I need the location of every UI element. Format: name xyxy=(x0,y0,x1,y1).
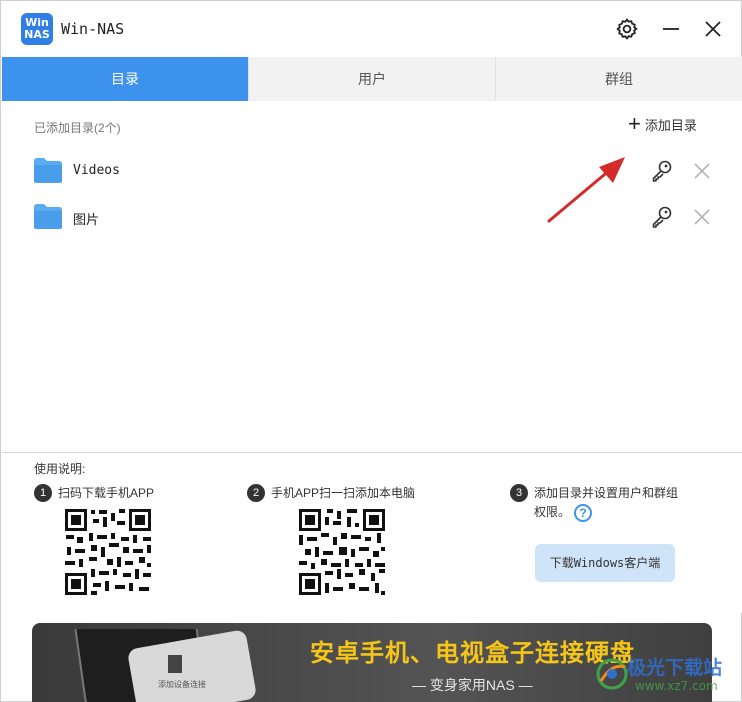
tab-groups[interactable]: 群组 xyxy=(496,57,742,101)
directory-row[interactable]: Videos xyxy=(2,151,742,191)
add-directory-label: 添加目录 xyxy=(644,117,697,133)
step-number: 1 xyxy=(34,484,52,502)
tab-bar: 目录 用户 群组 xyxy=(2,57,742,101)
download-windows-client-button[interactable]: 下载Windows客户端 xyxy=(535,544,675,582)
step-text: 添加目录并设置用户和群组权限。 xyxy=(534,486,679,519)
instructions-panel: 使用说明: 1 扫码下载手机APP 2 手机APP扫一扫添加本电脑 3 添加目录… xyxy=(2,453,742,613)
close-button[interactable] xyxy=(697,13,729,45)
minimize-icon xyxy=(663,28,679,30)
step-2: 2 手机APP扫一扫添加本电脑 xyxy=(247,484,415,502)
plus-icon: + xyxy=(628,111,641,136)
directory-count-label: 已添加目录(2个) xyxy=(34,121,121,135)
app-logo: Win NAS xyxy=(21,13,53,45)
tab-users[interactable]: 用户 xyxy=(249,57,496,101)
step-number: 3 xyxy=(510,484,528,502)
logo-line-2: NAS xyxy=(24,28,50,41)
app-title: Win-NAS xyxy=(61,20,125,38)
banner-subtitle: — 变身家用NAS — xyxy=(412,677,533,693)
step-text: 手机APP扫一扫添加本电脑 xyxy=(271,486,416,500)
phone-illustration: 添加设备连接 xyxy=(74,629,256,702)
qr-code-app-download xyxy=(63,507,153,597)
add-directory-button[interactable]: + 添加目录 xyxy=(628,111,697,136)
step-1: 1 扫码下载手机APP xyxy=(34,484,154,502)
key-icon[interactable] xyxy=(650,205,674,229)
qr-code-add-computer xyxy=(297,507,387,597)
settings-button[interactable] xyxy=(611,13,643,45)
step-number: 2 xyxy=(247,484,265,502)
promo-banner[interactable]: 添加设备连接 安卓手机、电视盒子连接硬盘 — 变身家用NAS — xyxy=(32,623,712,702)
folder-icon xyxy=(34,158,62,183)
folder-icon xyxy=(34,204,62,229)
tab-directories[interactable]: 目录 xyxy=(2,57,249,101)
banner-title: 安卓手机、电视盒子连接硬盘 xyxy=(310,640,635,667)
app-window: Win NAS Win-NAS 目录 用户 群组 已添加目录(2个) + 添加目… xyxy=(0,0,742,702)
phone-caption: 添加设备连接 xyxy=(158,679,206,689)
step-text: 扫码下载手机APP xyxy=(58,486,155,500)
remove-icon[interactable] xyxy=(692,161,712,181)
remove-icon[interactable] xyxy=(692,207,712,227)
directory-list-panel: 已添加目录(2个) + 添加目录 Videos 图片 xyxy=(2,101,742,453)
help-icon[interactable]: ? xyxy=(574,503,593,522)
directory-row[interactable]: 图片 xyxy=(2,197,742,237)
title-bar: Win NAS Win-NAS xyxy=(1,1,741,56)
close-icon xyxy=(705,21,721,37)
directory-name: Videos xyxy=(73,163,120,178)
instructions-title: 使用说明: xyxy=(34,462,86,476)
minimize-button[interactable] xyxy=(655,13,687,45)
directory-name: 图片 xyxy=(73,213,100,228)
key-icon[interactable] xyxy=(650,159,674,183)
gear-icon xyxy=(616,18,638,40)
step-3: 3 添加目录并设置用户和群组权限。? xyxy=(510,484,680,522)
